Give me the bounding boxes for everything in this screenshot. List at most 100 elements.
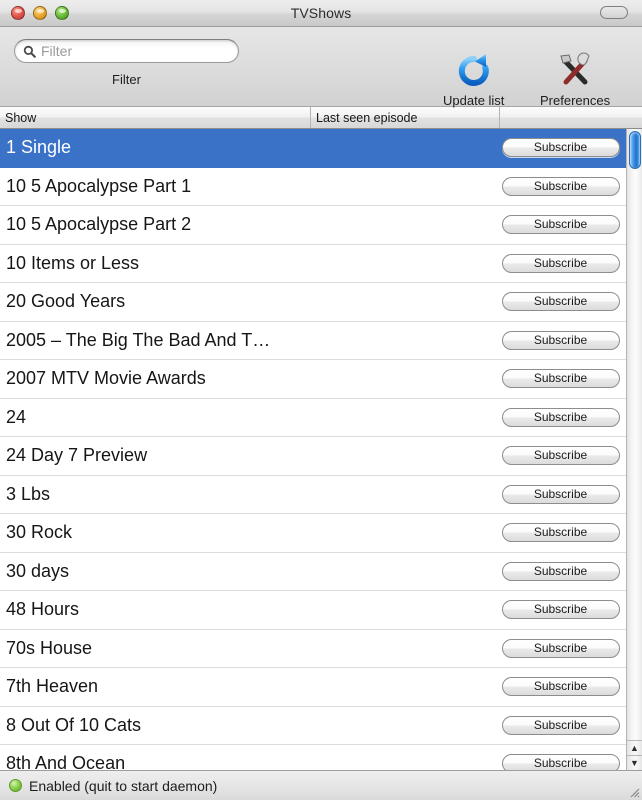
preferences-label: Preferences (540, 93, 611, 108)
scroll-down-button[interactable]: ▼ (627, 755, 642, 770)
scrollbar-thumb[interactable] (629, 131, 641, 169)
subscribe-button[interactable]: Subscribe (501, 561, 620, 581)
row-show-title: 10 5 Apocalypse Part 1 (6, 175, 192, 196)
row-show-title: 20 Good Years (6, 291, 126, 312)
minimize-button[interactable] (33, 6, 47, 20)
subscribe-button[interactable]: Subscribe (501, 369, 620, 389)
row-action-cell: Subscribe (495, 176, 626, 196)
subscribe-button[interactable]: Subscribe (501, 330, 620, 350)
table-column-header: Show Last seen episode (0, 107, 642, 129)
subscribe-button[interactable]: Subscribe (501, 600, 620, 620)
row-show-title: 10 Items or Less (6, 252, 140, 273)
table-row[interactable]: 2007 MTV Movie Awards Subscribe (0, 360, 626, 399)
subscribe-button[interactable]: Subscribe (501, 754, 620, 770)
table-row[interactable]: 30 days Subscribe (0, 553, 626, 591)
table-row[interactable]: 8 Out Of 10 Cats Subscribe (0, 707, 626, 745)
window-controls (11, 6, 69, 20)
row-show-title: 70s House (6, 637, 93, 658)
table-row[interactable]: 10 5 Apocalypse Part 1 Subscribe (0, 168, 626, 206)
zoom-button[interactable] (55, 6, 69, 20)
row-action-cell: Subscribe (495, 446, 626, 466)
subscribe-button[interactable]: Subscribe (501, 638, 620, 658)
table-row[interactable]: 10 5 Apocalypse Part 2 Subscribe (0, 206, 626, 245)
table-row[interactable]: 8th And Ocean Subscribe (0, 745, 626, 770)
row-show-title: 10 5 Apocalypse Part 2 (6, 214, 192, 235)
row-action-cell: Subscribe (495, 369, 626, 389)
update-list-label: Update list (443, 93, 505, 108)
column-header-show-label: Show (5, 110, 37, 125)
row-action-cell: Subscribe (495, 330, 626, 350)
window-title: TVShows (290, 5, 352, 21)
filter-label: Filter (112, 72, 141, 87)
row-action-cell: Subscribe (495, 677, 626, 697)
row-show-title: 48 Hours (6, 599, 80, 620)
column-header-action[interactable] (500, 107, 642, 128)
row-show-title: 8th And Ocean (6, 753, 126, 770)
subscribe-button[interactable]: Subscribe (501, 523, 620, 543)
filter-toolbar-item: Filter (14, 39, 239, 87)
table-row[interactable]: 3 Lbs Subscribe (0, 476, 626, 514)
column-header-show[interactable]: Show (0, 107, 311, 128)
row-action-cell: Subscribe (495, 638, 626, 658)
scrollbar-track[interactable] (627, 129, 642, 740)
show-list[interactable]: 1 Single Subscribe 10 5 Apocalypse Part 1 S… (0, 129, 626, 770)
row-action-cell: Subscribe (495, 292, 626, 312)
refresh-icon (453, 51, 495, 91)
close-button[interactable] (11, 6, 25, 20)
subscribe-button[interactable]: Subscribe (501, 215, 620, 235)
row-action-cell: Subscribe (495, 253, 626, 273)
row-show-title: 3 Lbs (6, 483, 51, 504)
table-row[interactable]: 10 Items or Less Subscribe (0, 245, 626, 283)
update-list-button[interactable]: Update list (443, 51, 504, 108)
row-action-cell: Subscribe (495, 407, 626, 427)
table-row[interactable]: 24 Day 7 Preview Subscribe (0, 437, 626, 476)
status-text: Enabled (quit to start daemon) (29, 777, 218, 794)
toolbar: Filter Update list (0, 27, 642, 108)
table-row[interactable]: 70s House Subscribe (0, 630, 626, 668)
row-action-cell: Subscribe (495, 484, 626, 504)
subscribe-button[interactable]: Subscribe (501, 292, 620, 312)
titlebar: TVShows (0, 0, 642, 27)
status-bar: Enabled (quit to start daemon) (0, 770, 642, 800)
row-show-title: 2007 MTV Movie Awards (6, 368, 206, 389)
scroll-up-button[interactable]: ▲ (627, 740, 642, 755)
tools-icon (554, 51, 596, 91)
row-action-cell: Subscribe (495, 215, 626, 235)
subscribe-button[interactable]: Subscribe (501, 715, 620, 735)
table-row[interactable]: 1 Single Subscribe (0, 129, 626, 168)
toolbar-toggle-button[interactable] (600, 6, 628, 19)
table-row[interactable]: 20 Good Years Subscribe (0, 283, 626, 322)
subscribe-button[interactable]: Subscribe (501, 677, 620, 697)
vertical-scrollbar[interactable]: ▲ ▼ (626, 129, 642, 770)
subscribe-button[interactable]: Subscribe (501, 176, 620, 196)
subscribe-button[interactable]: Subscribe (501, 484, 620, 504)
row-show-title: 7th Heaven (6, 676, 99, 697)
row-action-cell: Subscribe (495, 561, 626, 581)
scroll-down-icon: ▼ (630, 757, 639, 768)
status-indicator-icon (9, 779, 22, 792)
scroll-up-icon: ▲ (630, 742, 639, 753)
table-row[interactable]: 48 Hours Subscribe (0, 591, 626, 630)
row-show-title: 1 Single (6, 137, 72, 158)
preferences-button[interactable]: Preferences (540, 51, 610, 108)
subscribe-button[interactable]: Subscribe (501, 407, 620, 427)
row-show-title: 24 Day 7 Preview (6, 445, 148, 466)
row-show-title: 2005 – The Big The Bad And T… (6, 329, 271, 350)
column-header-last-seen-label: Last seen episode (316, 110, 418, 125)
subscribe-button[interactable]: Subscribe (501, 446, 620, 466)
subscribe-button[interactable]: Subscribe (501, 253, 620, 273)
row-show-title: 8 Out Of 10 Cats (6, 714, 142, 735)
table-row[interactable]: 30 Rock Subscribe (0, 514, 626, 553)
search-input[interactable] (41, 40, 230, 62)
column-header-last-seen-episode[interactable]: Last seen episode (311, 107, 500, 128)
table-row[interactable]: 24 Subscribe (0, 399, 626, 437)
row-action-cell: Subscribe (495, 715, 626, 735)
table-row[interactable]: 2005 – The Big The Bad And T… Subscribe (0, 322, 626, 360)
search-icon (23, 45, 36, 58)
search-field[interactable] (14, 39, 239, 63)
resize-grip[interactable] (626, 784, 640, 798)
subscribe-button[interactable]: Subscribe (501, 138, 620, 158)
row-show-title: 24 (6, 406, 27, 427)
table-row[interactable]: 7th Heaven Subscribe (0, 668, 626, 707)
row-action-cell: Subscribe (495, 600, 626, 620)
